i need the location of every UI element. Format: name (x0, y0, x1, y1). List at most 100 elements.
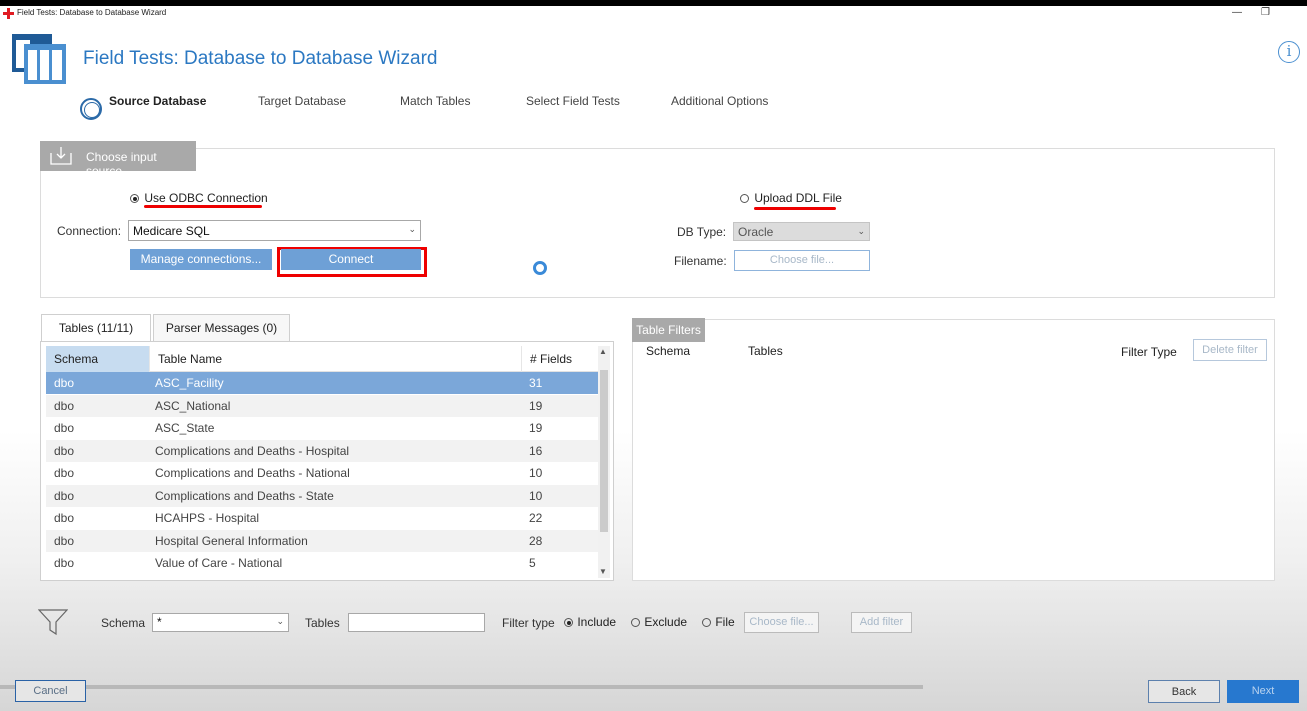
table-cell-fields: 28 (529, 533, 543, 548)
table-cell-fields: 22 (529, 511, 543, 525)
step-match-tables[interactable]: Match Tables (400, 94, 470, 108)
file-radio[interactable] (702, 618, 711, 628)
table-cell-name: ASC_State (155, 421, 215, 435)
filters-column-tables: Tables (748, 344, 783, 358)
choose-file-button[interactable]: Choose file... (734, 250, 870, 271)
back-button[interactable]: Back (1148, 680, 1220, 703)
odbc-radio-option[interactable]: Use ODBC Connection (130, 191, 268, 205)
file-radio-option[interactable]: File (702, 615, 735, 629)
table-cell-fields: 19 (529, 421, 543, 435)
exclude-radio-option[interactable]: Exclude (631, 615, 687, 629)
exclude-label: Exclude (644, 615, 688, 629)
table-cell-name: ASC_National (155, 398, 231, 413)
table-cell-schema: dbo (54, 533, 75, 548)
table-scrollbar[interactable]: ▲ ▼ (598, 346, 610, 578)
db-type-select-value: Oracle (738, 225, 774, 239)
exclude-radio[interactable] (631, 618, 640, 628)
table-cell-fields: 31 (529, 376, 543, 390)
step-additional-options[interactable]: Additional Options (671, 94, 768, 108)
schema-filter-label: Schema (101, 616, 146, 630)
step-select-field-tests[interactable]: Select Field Tests (526, 94, 620, 108)
table-cell-name: HCAHPS - Hospital (155, 511, 260, 525)
filter-type-label: Filter type (502, 616, 555, 630)
table-header: Schema Table Name # Fields (46, 346, 598, 372)
table-cell-fields: 19 (529, 398, 543, 413)
info-icon[interactable]: i (1278, 41, 1300, 63)
minimize-button[interactable]: — (1232, 7, 1242, 18)
loading-spinner-icon (533, 261, 547, 275)
annotation-underline (144, 205, 262, 208)
window-title: Field Tests: Database to Database Wizard (17, 8, 167, 17)
odbc-radio[interactable] (130, 194, 139, 204)
delete-filter-button[interactable]: Delete filter (1193, 339, 1267, 361)
cancel-button[interactable]: Cancel (15, 680, 86, 702)
table-cell-schema: dbo (54, 466, 75, 480)
tab-tables[interactable]: Tables (11/11) (41, 314, 151, 343)
table-row[interactable]: dbo Hospital General Information 28 (46, 529, 598, 552)
table-row[interactable]: dbo Value of Care - National 5 (46, 552, 598, 574)
add-filter-button[interactable]: Add filter (851, 612, 912, 633)
restore-button[interactable]: ❐ (1261, 7, 1270, 18)
chevron-down-icon: ⌄ (408, 224, 416, 234)
ddl-radio-label: Upload DDL File (754, 191, 842, 205)
tables-filter-input[interactable] (348, 613, 485, 632)
schema-filter-value: * (157, 615, 162, 629)
table-row[interactable]: dbo ASC_National 19 (46, 394, 598, 417)
schema-filter-select[interactable]: * ⌄ (152, 613, 289, 632)
table-cell-schema: dbo (54, 511, 75, 525)
tab-parser-messages[interactable]: Parser Messages (0) (153, 314, 290, 342)
step-target-database[interactable]: Target Database (258, 94, 346, 108)
window-titlebar: Field Tests: Database to Database Wizard… (0, 6, 1307, 22)
db-type-select[interactable]: Oracle ⌄ (733, 222, 870, 241)
choose-input-source-label: Choose input source (86, 150, 157, 178)
choose-input-source-header: Choose input source (40, 141, 196, 178)
table-row[interactable]: dbo Complications and Deaths - State 10 (46, 484, 598, 507)
current-step-indicator-icon (80, 98, 102, 120)
connection-select[interactable]: Medicare SQL ⌄ (128, 220, 421, 241)
ddl-radio[interactable] (740, 194, 749, 204)
include-radio[interactable] (564, 618, 573, 628)
column-header-fields[interactable]: # Fields (522, 346, 598, 372)
table-row[interactable]: dbo ASC_State 19 (46, 417, 598, 439)
chevron-down-icon: ⌄ (276, 616, 284, 626)
table-cell-fields: 5 (529, 556, 536, 570)
table-cell-schema: dbo (54, 556, 75, 570)
db-type-label: DB Type: (677, 225, 727, 239)
column-header-table-name[interactable]: Table Name (150, 346, 522, 372)
table-cell-fields: 16 (529, 443, 543, 458)
table-row[interactable]: dbo Complications and Deaths - National 10 (46, 462, 598, 484)
table-cell-schema: dbo (54, 443, 75, 458)
scrollbar-thumb[interactable] (600, 370, 608, 532)
table-row[interactable]: dbo ASC_Facility 31 (46, 372, 598, 394)
tables-panel: Schema Table Name # Fields dbo ASC_Facili… (40, 341, 614, 581)
manage-connections-button[interactable]: Manage connections... (130, 249, 272, 270)
file-label: File (715, 615, 735, 629)
table-cell-schema: dbo (54, 488, 75, 503)
table-filters-header: Table Filters (632, 318, 705, 342)
column-header-schema[interactable]: Schema (46, 346, 150, 372)
include-label: Include (577, 615, 617, 629)
scroll-down-icon[interactable]: ▼ (599, 567, 607, 576)
filters-column-schema: Schema (646, 344, 691, 358)
table-cell-fields: 10 (529, 488, 543, 503)
table-cell-name: Value of Care - National (155, 556, 283, 570)
table-cell-schema: dbo (54, 421, 75, 435)
table-cell-fields: 10 (529, 466, 543, 480)
step-source-database[interactable]: Source Database (109, 94, 206, 108)
table-cell-schema: dbo (54, 398, 75, 413)
table-cell-name: Complications and Deaths - National (155, 466, 350, 480)
table-cell-name: Complications and Deaths - State (155, 488, 334, 503)
import-icon (50, 147, 72, 165)
scroll-up-icon[interactable]: ▲ (599, 347, 607, 356)
filter-choose-file-button[interactable]: Choose file... (744, 612, 819, 633)
table-cell-schema: dbo (54, 376, 75, 390)
connect-button[interactable]: Connect (281, 249, 421, 270)
ddl-radio-option[interactable]: Upload DDL File (740, 191, 842, 205)
table-row[interactable]: dbo Complications and Deaths - Hospital 16 (46, 439, 598, 462)
include-radio-option[interactable]: Include (564, 615, 616, 629)
table-row[interactable]: dbo HCAHPS - Hospital 22 (46, 507, 598, 529)
next-button[interactable]: Next (1227, 680, 1299, 703)
connection-label: Connection: (57, 224, 122, 238)
app-cross-icon (3, 8, 14, 19)
table-filters-panel (632, 319, 1275, 581)
